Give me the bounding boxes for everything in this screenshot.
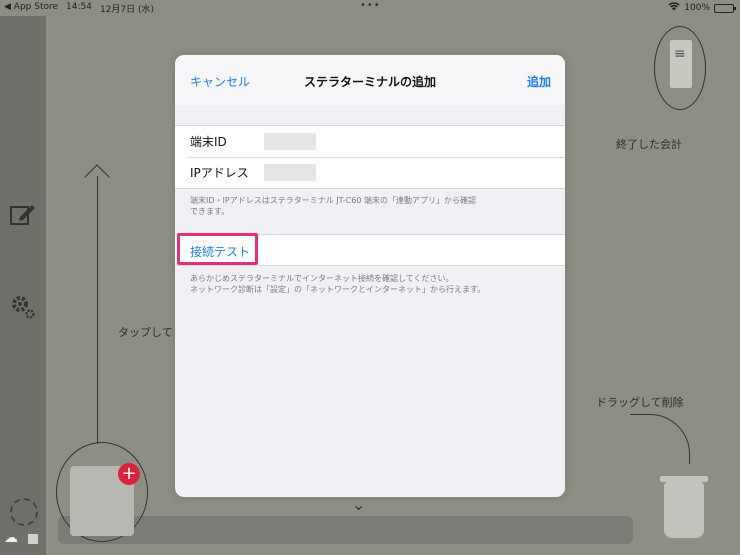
finished-label: 終了した会計: [616, 138, 682, 151]
gear-icon[interactable]: [10, 294, 36, 326]
modal-title: ステラターミナルの追加: [303, 75, 436, 89]
edit-icon[interactable]: [10, 202, 36, 232]
down-arrow-icon: ⌄: [352, 495, 366, 514]
terminal-info-group: 端末ID IPアドレス: [175, 125, 565, 189]
connection-note-line2: ネットワーク診断は「設定」の「ネットワークとインターネット」から行えます。: [190, 285, 486, 294]
connection-note: あらかじめステラターミナルでインターネット接続を確認してください。 ネットワーク…: [190, 273, 550, 295]
status-left: ◀ App Store 14:54 12月7日 (水): [4, 2, 154, 15]
drag-arrow-icon: [630, 414, 690, 464]
receipt-icon[interactable]: [670, 40, 692, 88]
connection-note-line1: あらかじめステラターミナルでインターネット接続を確認してください。: [190, 274, 454, 283]
ip-address-row: IPアドレス: [175, 157, 565, 188]
status-time: 14:54: [66, 2, 92, 12]
status-bar: ◀ App Store 14:54 12月7日 (水) ••• 100%: [0, 0, 740, 16]
terminal-id-row: 端末ID: [175, 126, 565, 157]
left-rail: [0, 16, 46, 555]
add-plus-icon[interactable]: +: [118, 463, 140, 485]
terminal-info-note-line2: できます。: [190, 207, 230, 216]
modal-nav-bar: キャンセル ステラターミナルの追加 追加: [175, 55, 565, 105]
status-right: 100%: [668, 2, 736, 14]
cloud-icon: ☁: [4, 530, 18, 546]
terminal-id-field[interactable]: [264, 133, 316, 150]
tap-label: タップして: [118, 326, 173, 339]
add-terminal-modal: キャンセル ステラターミナルの追加 追加 端末ID IPアドレス 端末ID・IP…: [175, 55, 565, 497]
terminal-info-note-line1: 端末ID・IPアドレスはステラターミナル JT-C60 端末の「連動アプリ」から…: [190, 196, 476, 205]
bottom-tray: [58, 516, 633, 544]
wifi-icon: [668, 2, 680, 14]
battery-percent: 100%: [684, 3, 710, 13]
multitask-dots[interactable]: •••: [360, 0, 381, 11]
terminal-info-note: 端末ID・IPアドレスはステラターミナル JT-C60 端末の「連動アプリ」から…: [190, 195, 550, 217]
back-to-app-store[interactable]: ◀ App Store: [4, 2, 58, 15]
trash-icon[interactable]: [660, 476, 708, 538]
up-arrow-line: [97, 176, 98, 444]
ip-address-label: IPアドレス: [190, 166, 249, 180]
add-button[interactable]: 追加: [527, 73, 551, 90]
drag-delete-label: ドラッグして削除: [596, 396, 684, 409]
dashed-circle-icon[interactable]: [10, 498, 38, 526]
terminal-id-label: 端末ID: [190, 135, 227, 149]
small-square-icon: [28, 534, 38, 544]
ip-address-field[interactable]: [264, 164, 316, 181]
status-date: 12月7日 (水): [99, 5, 155, 15]
battery-icon: [714, 3, 736, 13]
connection-test-highlight: [177, 233, 258, 265]
